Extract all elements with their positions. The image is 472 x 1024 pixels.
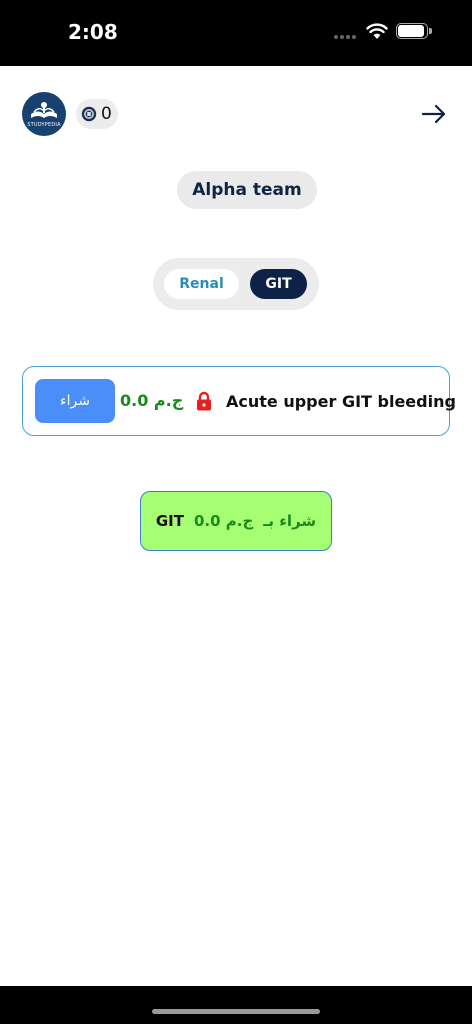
lesson-price: 0.0 ج.م xyxy=(120,391,184,410)
lesson-card[interactable]: شراء 0.0 ج.م Acute upper GIT bleeding xyxy=(22,366,456,436)
tab-renal[interactable]: Renal xyxy=(164,269,239,299)
cellular-dots-icon xyxy=(334,26,360,39)
home-indicator[interactable] xyxy=(152,1009,320,1014)
book-logo-icon xyxy=(31,102,57,118)
bulk-buy-label: شراء بـ xyxy=(263,512,317,530)
status-bar: 2:08 xyxy=(0,0,472,66)
wifi-icon xyxy=(366,23,388,39)
app-logo: STUDYPEDIA xyxy=(22,92,66,136)
battery-icon xyxy=(396,23,432,39)
coin-icon xyxy=(81,106,97,122)
bulk-price: 0.0 ج.م xyxy=(193,512,254,530)
buy-button[interactable]: شراء xyxy=(35,379,115,423)
buy-all-button[interactable]: GIT 0.0 ج.م شراء بـ xyxy=(140,491,332,551)
coin-balance[interactable]: 0 xyxy=(76,99,118,129)
coin-count: 0 xyxy=(101,104,112,124)
arrow-right-icon[interactable] xyxy=(420,100,448,128)
team-name-chip[interactable]: Alpha team xyxy=(177,171,317,209)
status-time: 2:08 xyxy=(68,20,118,44)
subject-tabs: Renal GIT xyxy=(153,258,319,310)
bulk-topic: GIT xyxy=(155,512,184,530)
lesson-title: Acute upper GIT bleeding xyxy=(226,392,456,411)
bottom-bar xyxy=(0,986,472,1024)
tab-git[interactable]: GIT xyxy=(250,269,307,299)
logo-text: STUDYPEDIA xyxy=(27,122,61,128)
lock-icon xyxy=(197,391,211,411)
